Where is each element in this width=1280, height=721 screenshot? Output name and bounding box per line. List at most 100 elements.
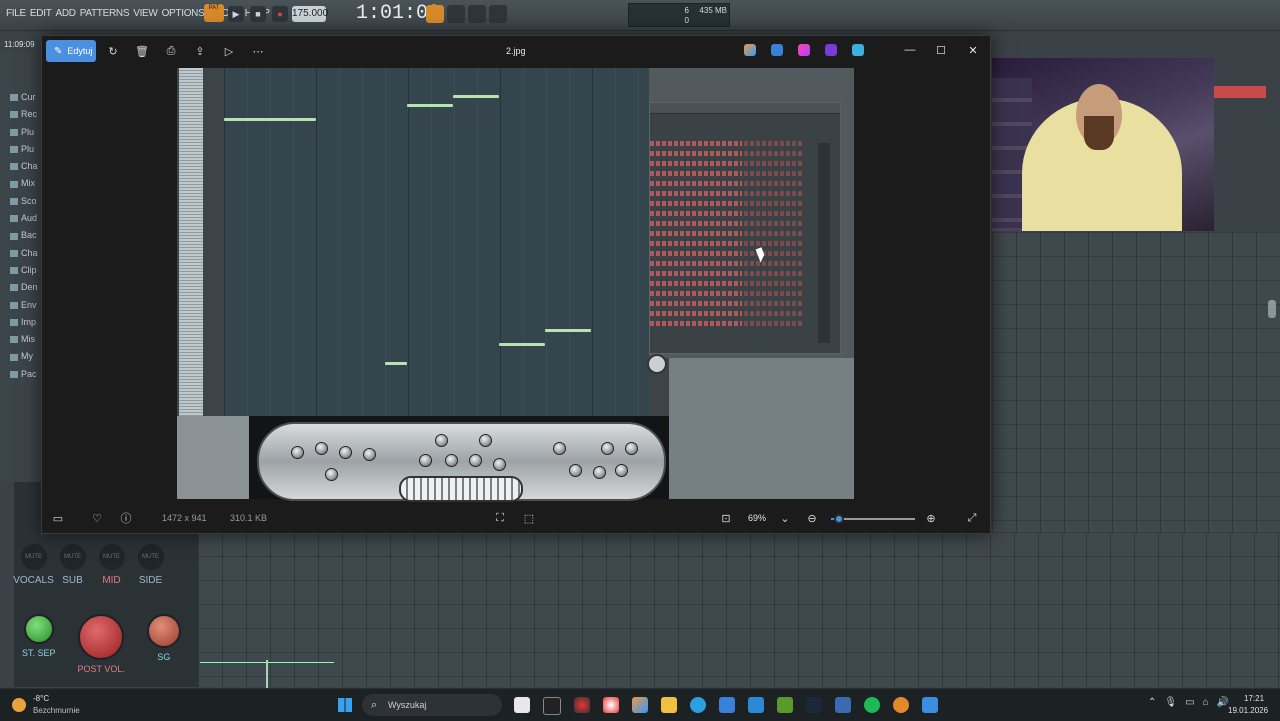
fl-playlist-grid-bottom[interactable]: [198, 532, 1280, 687]
st-sep-knob[interactable]: [23, 614, 54, 644]
menu-file[interactable]: FILE: [4, 8, 28, 19]
mute-button[interactable]: MUTE: [59, 544, 86, 570]
browser-item[interactable]: Cha: [10, 161, 40, 178]
step-edit-icon[interactable]: [447, 5, 465, 23]
photos-icon[interactable]: [922, 697, 938, 713]
display-icon[interactable]: ▭: [1185, 697, 1194, 708]
onedrive-icon[interactable]: [852, 44, 864, 56]
browser-item[interactable]: Clip: [10, 265, 40, 282]
favorite-heart-icon[interactable]: ♡: [90, 511, 104, 525]
taskbar-time[interactable]: 17:21: [1244, 694, 1264, 703]
post-vol-knob[interactable]: [78, 614, 125, 660]
browser-item[interactable]: Cur: [10, 92, 40, 109]
taskbar-search[interactable]: ⌕ Wyszukaj: [362, 694, 502, 716]
menu-view[interactable]: VIEW: [131, 8, 159, 19]
more-options-icon[interactable]: ⋯: [250, 43, 266, 59]
pattern-song-toggle[interactable]: PAT: [204, 4, 224, 22]
info-icon[interactable]: ⓘ: [119, 511, 133, 525]
image-canvas[interactable]: [177, 68, 854, 502]
minimize-icon[interactable]: —: [900, 42, 920, 58]
obs-icon[interactable]: [574, 697, 590, 713]
print-icon[interactable]: ⎙: [163, 43, 179, 59]
taskbar-date[interactable]: 19.01.2026: [1228, 706, 1268, 715]
mute-button[interactable]: MUTE: [137, 544, 164, 570]
app-icon[interactable]: [825, 44, 837, 56]
vpn-icon[interactable]: [835, 697, 851, 713]
browser-item[interactable]: Mix: [10, 178, 40, 195]
share-icon[interactable]: ⇪: [192, 43, 208, 59]
browser-item[interactable]: Imp: [10, 317, 40, 334]
fullscreen-icon[interactable]: ⤢: [965, 511, 979, 525]
stop-button[interactable]: ■: [250, 6, 266, 22]
file-explorer-icon[interactable]: [514, 697, 530, 713]
record-button[interactable]: ●: [272, 6, 288, 22]
menu-add[interactable]: ADD: [54, 8, 78, 19]
opera-icon[interactable]: [603, 697, 619, 713]
play-button[interactable]: ▶: [228, 6, 244, 22]
weather-description[interactable]: Bezchmurnie: [33, 706, 80, 715]
designer-icon[interactable]: [771, 44, 783, 56]
automation-clip[interactable]: [200, 660, 334, 689]
edit-button[interactable]: ✎ Edytuj: [46, 40, 96, 62]
zoom-level-dropdown[interactable]: 69%: [748, 513, 766, 523]
chevron-up-icon[interactable]: ⌃: [1148, 697, 1156, 708]
typing-keyboard-icon[interactable]: [426, 5, 444, 23]
zoom-in-icon[interactable]: ⊕: [924, 511, 938, 525]
metronome-icon[interactable]: [489, 5, 507, 23]
copilot-icon[interactable]: [632, 697, 648, 713]
browser-item[interactable]: Bac: [10, 230, 40, 247]
actual-size-icon[interactable]: ⊡: [719, 511, 733, 525]
browser-item[interactable]: Cha: [10, 248, 40, 265]
network-icon[interactable]: ⌂: [1203, 697, 1209, 708]
slideshow-icon[interactable]: ▷: [221, 43, 237, 59]
outlook-icon[interactable]: [748, 697, 764, 713]
channel-label: VOCALS: [13, 575, 54, 586]
zoom-out-icon[interactable]: ⊖: [805, 511, 819, 525]
menu-patterns[interactable]: PATTERNS: [78, 8, 131, 19]
edge-icon[interactable]: [690, 697, 706, 713]
microphone-icon[interactable]: 🎙: [1164, 697, 1177, 708]
folder-icon[interactable]: [661, 697, 677, 713]
mute-button[interactable]: MUTE: [20, 544, 47, 570]
copilot-icon[interactable]: [744, 44, 756, 56]
mute-button[interactable]: MUTE: [98, 544, 125, 570]
clipchamp-icon[interactable]: [798, 44, 810, 56]
browser-item[interactable]: My: [10, 351, 40, 368]
playlist-scrollbar[interactable]: [1268, 300, 1276, 318]
browser-item[interactable]: Plu: [10, 127, 40, 144]
browser-item[interactable]: Rec: [10, 109, 40, 126]
menu-options[interactable]: OPTIONS: [160, 8, 207, 19]
maximize-icon[interactable]: ☐: [931, 42, 951, 58]
windows-start-icon[interactable]: [338, 698, 352, 712]
browser-item[interactable]: Env: [10, 300, 40, 317]
browser-item[interactable]: Mis: [10, 334, 40, 351]
delete-icon[interactable]: 🗑: [134, 43, 150, 59]
rotate-icon[interactable]: ↻: [105, 43, 121, 59]
minecraft-icon[interactable]: [777, 697, 793, 713]
chevron-down-icon[interactable]: ⌄: [778, 511, 792, 525]
zoom-slider[interactable]: [831, 514, 915, 524]
store-icon[interactable]: [719, 697, 735, 713]
browser-item[interactable]: Pac: [10, 369, 40, 386]
close-icon[interactable]: ✕: [963, 42, 983, 58]
select-area-icon[interactable]: ⬚: [522, 511, 536, 525]
steam-icon[interactable]: [806, 697, 822, 713]
tempo-display[interactable]: 175.000: [292, 6, 328, 22]
spotify-icon[interactable]: [864, 697, 880, 713]
filmstrip-icon[interactable]: ▭: [51, 511, 65, 525]
browser-item[interactable]: Den: [10, 282, 40, 299]
zoom-slider-thumb[interactable]: [834, 514, 845, 524]
blend-notes-icon[interactable]: [468, 5, 486, 23]
menu-edit[interactable]: EDIT: [28, 8, 54, 19]
browser-item[interactable]: Sco: [10, 196, 40, 213]
browser-item[interactable]: Aud: [10, 213, 40, 230]
browser-item[interactable]: Plu: [10, 144, 40, 161]
playlist-clip[interactable]: [1212, 86, 1266, 98]
fl-studio-icon[interactable]: [893, 697, 909, 713]
weather-moon-icon[interactable]: [12, 698, 26, 712]
sg-knob[interactable]: [146, 614, 181, 648]
fl-browser-list: Cur Rec Plu Plu Cha Mix Sco Aud Bac Cha …: [10, 92, 40, 386]
epic-games-icon[interactable]: [543, 697, 561, 715]
fit-to-window-icon[interactable]: ⛶: [493, 511, 507, 525]
weather-temperature[interactable]: -8°C: [33, 694, 49, 703]
